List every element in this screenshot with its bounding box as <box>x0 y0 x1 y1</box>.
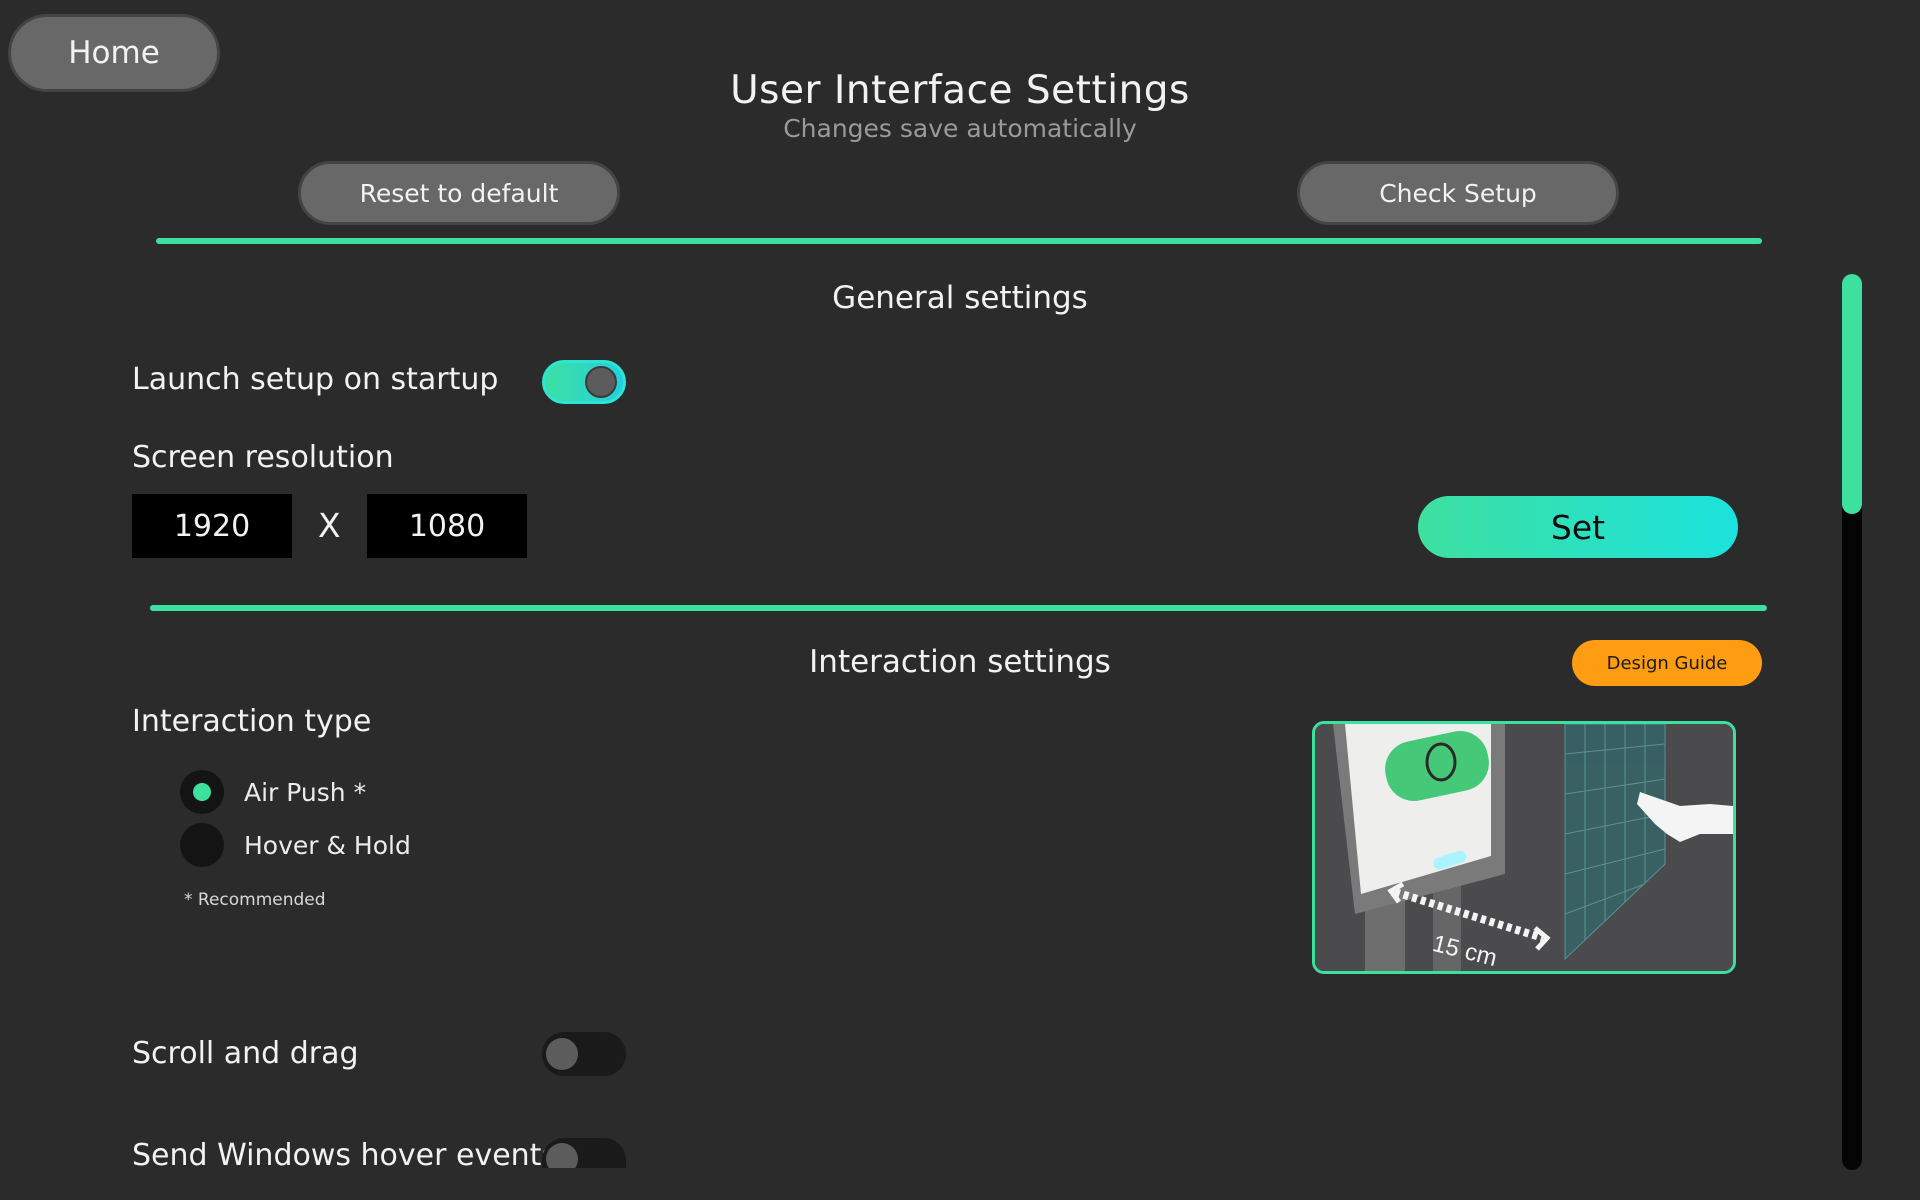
radio-dot <box>193 783 211 801</box>
scrollbar-thumb[interactable] <box>1842 274 1862 514</box>
reset-to-default-button[interactable]: Reset to default <box>298 161 620 225</box>
section-divider <box>150 605 1767 611</box>
page-subtitle: Changes save automatically <box>783 114 1137 143</box>
radio-button[interactable] <box>180 823 224 867</box>
radio-hover-hold[interactable]: Hover & Hold <box>180 823 411 867</box>
general-settings-title: General settings <box>832 280 1088 316</box>
toggle-knob <box>546 1143 578 1168</box>
launch-setup-toggle[interactable] <box>542 360 626 404</box>
settings-screen: Home User Interface Settings Changes sav… <box>0 0 1920 1200</box>
kiosk-hand-distance-illustration: 15 cm <box>1315 724 1733 971</box>
recommended-note: * Recommended <box>184 890 326 910</box>
send-hover-events-toggle[interactable] <box>542 1138 626 1168</box>
radio-button-selected[interactable] <box>180 770 224 814</box>
scroll-and-drag-label: Scroll and drag <box>132 1036 359 1071</box>
radio-label: Hover & Hold <box>244 830 411 860</box>
interaction-illustration: 15 cm <box>1312 721 1736 974</box>
screen-resolution-label: Screen resolution <box>132 440 394 475</box>
interaction-type-label: Interaction type <box>132 704 372 739</box>
page-title: User Interface Settings <box>730 68 1190 113</box>
radio-label: Air Push * <box>244 777 367 807</box>
resolution-height-input[interactable]: 1080 <box>367 494 527 558</box>
resolution-width-input[interactable]: 1920 <box>132 494 292 558</box>
send-hover-events-label: Send Windows hover events <box>132 1138 558 1173</box>
toggle-knob <box>546 1038 578 1070</box>
scroll-and-drag-toggle[interactable] <box>542 1032 626 1076</box>
design-guide-button[interactable]: Design Guide <box>1572 640 1762 686</box>
toggle-knob <box>585 366 617 398</box>
section-divider <box>156 238 1762 244</box>
radio-air-push[interactable]: Air Push * <box>180 770 366 814</box>
resolution-separator: X <box>318 506 341 545</box>
check-setup-button[interactable]: Check Setup <box>1297 161 1619 225</box>
launch-setup-label: Launch setup on startup <box>132 362 499 397</box>
set-resolution-button[interactable]: Set <box>1418 496 1738 558</box>
